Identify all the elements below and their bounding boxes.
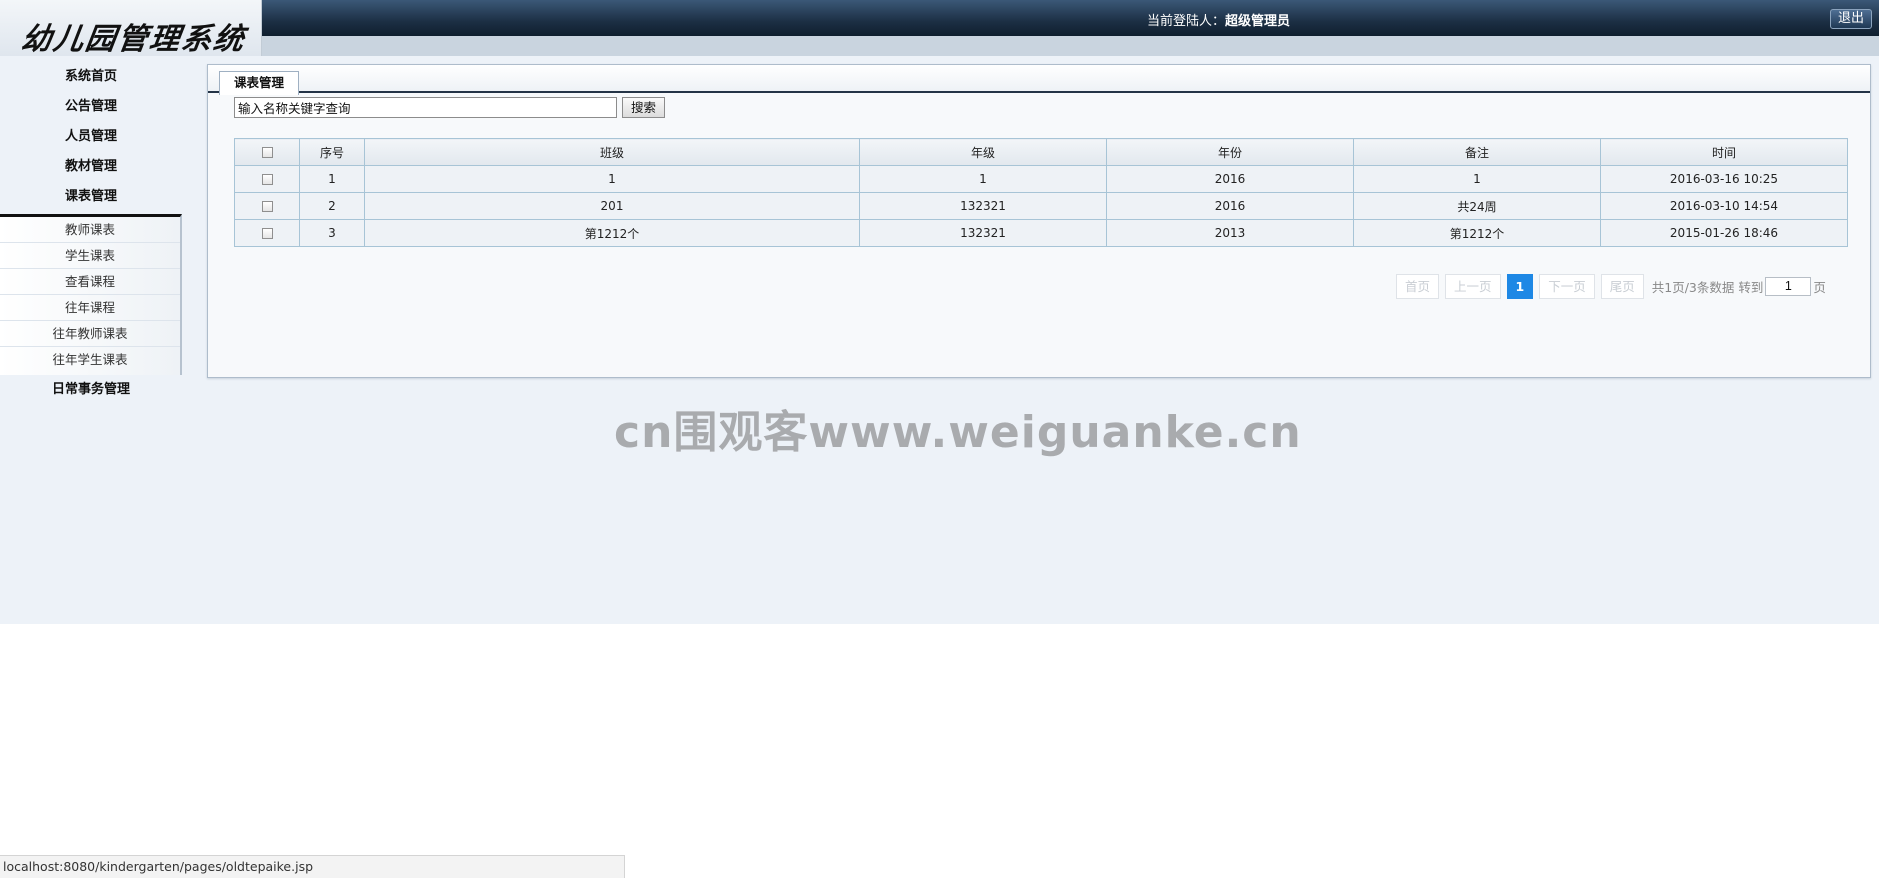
submenu-past-teacher-schedule[interactable]: 往年教师课表 [0,321,180,347]
cell-time: 2015-01-26 18:46 [1600,219,1848,247]
cell-index: 3 [299,219,365,247]
submenu-student-schedule[interactable]: 学生课表 [0,243,180,269]
cell-year: 2016 [1106,192,1354,220]
content-panel: 课表管理 搜索 序号 班级 年级 年份 备注 时间 1 1 [207,64,1871,378]
row-checkbox-cell [234,192,300,220]
cell-index: 1 [299,165,365,193]
column-header-class: 班级 [364,138,860,166]
submenu-teacher-schedule[interactable]: 教师课表 [0,217,180,243]
search-button[interactable]: 搜索 [622,97,665,118]
table-row[interactable]: 1 1 1 2016 1 2016-03-16 10:25 [234,165,1848,193]
column-header-year: 年份 [1106,138,1354,166]
pager-first-button[interactable]: 首页 [1396,273,1440,299]
cell-note: 共24周 [1353,192,1601,220]
panel-tabs: 课表管理 [208,65,1870,95]
tab-schedule-management[interactable]: 课表管理 [219,71,299,95]
cell-grade: 1 [859,165,1107,193]
column-header-index: 序号 [299,138,365,166]
sidebar-item-textbooks[interactable]: 教材管理 [0,152,182,182]
header-bar [0,0,1879,36]
cell-class: 201 [364,192,860,220]
cell-class: 1 [364,165,860,193]
sidebar-item-announcements[interactable]: 公告管理 [0,92,182,122]
pager-page-suffix: 页 [1813,279,1826,295]
logo-text: 幼儿园管理系统 [19,22,248,57]
login-info: 当前登陆人：超级管理员 [1147,10,1290,29]
row-checkbox[interactable] [261,228,273,239]
submenu-past-courses[interactable]: 往年课程 [0,295,180,321]
row-checkbox[interactable] [261,174,273,185]
cell-note: 1 [1353,165,1601,193]
cell-class: 第1212个 [364,219,860,247]
sidebar-item-home[interactable]: 系统首页 [0,62,182,92]
cell-index: 2 [299,192,365,220]
schedule-submenu: 教师课表 学生课表 查看课程 往年课程 往年教师课表 往年学生课表 [0,214,182,375]
cell-year: 2016 [1106,165,1354,193]
status-bar-url: localhost:8080/kindergarten/pages/oldtep… [0,855,625,878]
cell-time: 2016-03-10 14:54 [1600,192,1848,220]
table-row[interactable]: 3 第1212个 132321 2013 第1212个 2015-01-26 1… [234,219,1848,247]
logo: 幼儿园管理系统 [0,0,262,57]
select-all-cell [234,138,300,166]
cell-year: 2013 [1106,219,1354,247]
login-label: 当前登陆人： [1147,14,1226,29]
row-checkbox[interactable] [261,201,273,212]
pager-goto-input[interactable] [1765,276,1812,296]
logout-button[interactable]: 退出 [1830,9,1872,29]
pager-next-button[interactable]: 下一页 [1539,273,1595,299]
cell-grade: 132321 [859,192,1107,220]
cell-time: 2016-03-16 10:25 [1600,165,1848,193]
submenu-view-courses[interactable]: 查看课程 [0,269,180,295]
table-header-row: 序号 班级 年级 年份 备注 时间 [234,138,1848,166]
sidebar-item-daily-affairs[interactable]: 日常事务管理 [0,375,182,405]
column-header-note: 备注 [1353,138,1601,166]
submenu-past-student-schedule[interactable]: 往年学生课表 [0,347,180,373]
select-all-checkbox[interactable] [261,147,273,158]
cell-note: 第1212个 [1353,219,1601,247]
sidebar: 系统首页 公告管理 人员管理 教材管理 课表管理 教师课表 学生课表 查看课程 … [0,62,182,405]
column-header-time: 时间 [1600,138,1848,166]
pager-prev-button[interactable]: 上一页 [1445,273,1501,299]
header: 幼儿园管理系统 当前登陆人：超级管理员 退出 [0,0,1879,57]
pager-info: 共1页/3条数据 转到 [1651,279,1764,295]
schedule-table: 序号 班级 年级 年份 备注 时间 1 1 1 2016 1 2016-03-1… [234,138,1848,247]
pager-last-button[interactable]: 尾页 [1600,273,1644,299]
pager-current-page[interactable]: 1 [1506,273,1534,299]
pagination: 首页 上一页 1 下一页 尾页 共1页/3条数据 转到 页 [1396,273,1826,299]
row-checkbox-cell [234,219,300,247]
sidebar-item-schedules[interactable]: 课表管理 [0,182,182,212]
table-row[interactable]: 2 201 132321 2016 共24周 2016-03-10 14:54 [234,192,1848,220]
row-checkbox-cell [234,165,300,193]
column-header-grade: 年级 [859,138,1107,166]
app-window: 幼儿园管理系统 当前登陆人：超级管理员 退出 系统首页 公告管理 人员管理 教材… [0,0,1879,878]
watermark: cn围观客www.weiguanke.cn [614,407,1302,458]
cell-grade: 132321 [859,219,1107,247]
search-input[interactable] [234,97,617,118]
sidebar-item-personnel[interactable]: 人员管理 [0,122,182,152]
login-user: 超级管理员 [1225,14,1291,29]
